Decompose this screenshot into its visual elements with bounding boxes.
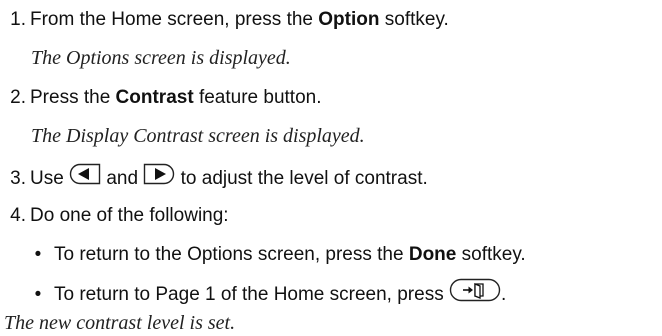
feature-button-name: Contrast: [115, 87, 194, 108]
procedure: 1. From the Home screen, press the Option…: [0, 0, 662, 336]
step-text: Use: [30, 168, 70, 190]
bullet-icon: •: [34, 284, 42, 306]
softkey-name: Option: [318, 9, 380, 30]
step-text: Press the: [30, 87, 116, 108]
bullet-text: To return to the Options screen, press t…: [54, 244, 409, 265]
bullet-item-2: • To return to Page 1 of the Home screen,…: [32, 278, 507, 310]
home-key-icon: [449, 278, 501, 308]
final-result: The new contrast level is set.: [4, 312, 236, 334]
step-number: 2.: [10, 87, 26, 108]
bullet-text: To return to Page 1 of the Home screen, …: [54, 284, 449, 306]
step-text-end: to adjust the level of contrast.: [175, 168, 428, 190]
bullet-item-1: • To return to the Options screen, press …: [32, 244, 526, 266]
step-1: 1. From the Home screen, press the Option…: [0, 9, 449, 31]
step-3: 3. Use and to adjust the level of contras…: [0, 163, 428, 193]
step-number: 1.: [10, 9, 26, 30]
right-arrow-key-icon: [143, 163, 175, 191]
softkey-name: Done: [408, 244, 457, 265]
step-4: 4. Do one of the following:: [0, 205, 229, 227]
step-text-end: feature button.: [193, 87, 322, 108]
step-2: 2. Press the Contrast feature button.: [0, 87, 322, 109]
step-text-end: softkey.: [379, 9, 449, 30]
step-number: 4.: [10, 205, 26, 226]
bullet-text-end: softkey.: [456, 244, 526, 265]
step-text: From the Home screen, press the: [30, 9, 319, 30]
step-text-and: and: [101, 168, 144, 190]
left-arrow-key-icon: [69, 163, 101, 191]
bullet-text-end: .: [500, 284, 507, 306]
bullet-icon: •: [34, 244, 42, 265]
step-1-result: The Options screen is displayed.: [31, 47, 291, 69]
step-2-result: The Display Contrast screen is displayed…: [31, 125, 365, 147]
step-number: 3.: [10, 168, 26, 190]
step-text: Do one of the following:: [30, 205, 229, 226]
